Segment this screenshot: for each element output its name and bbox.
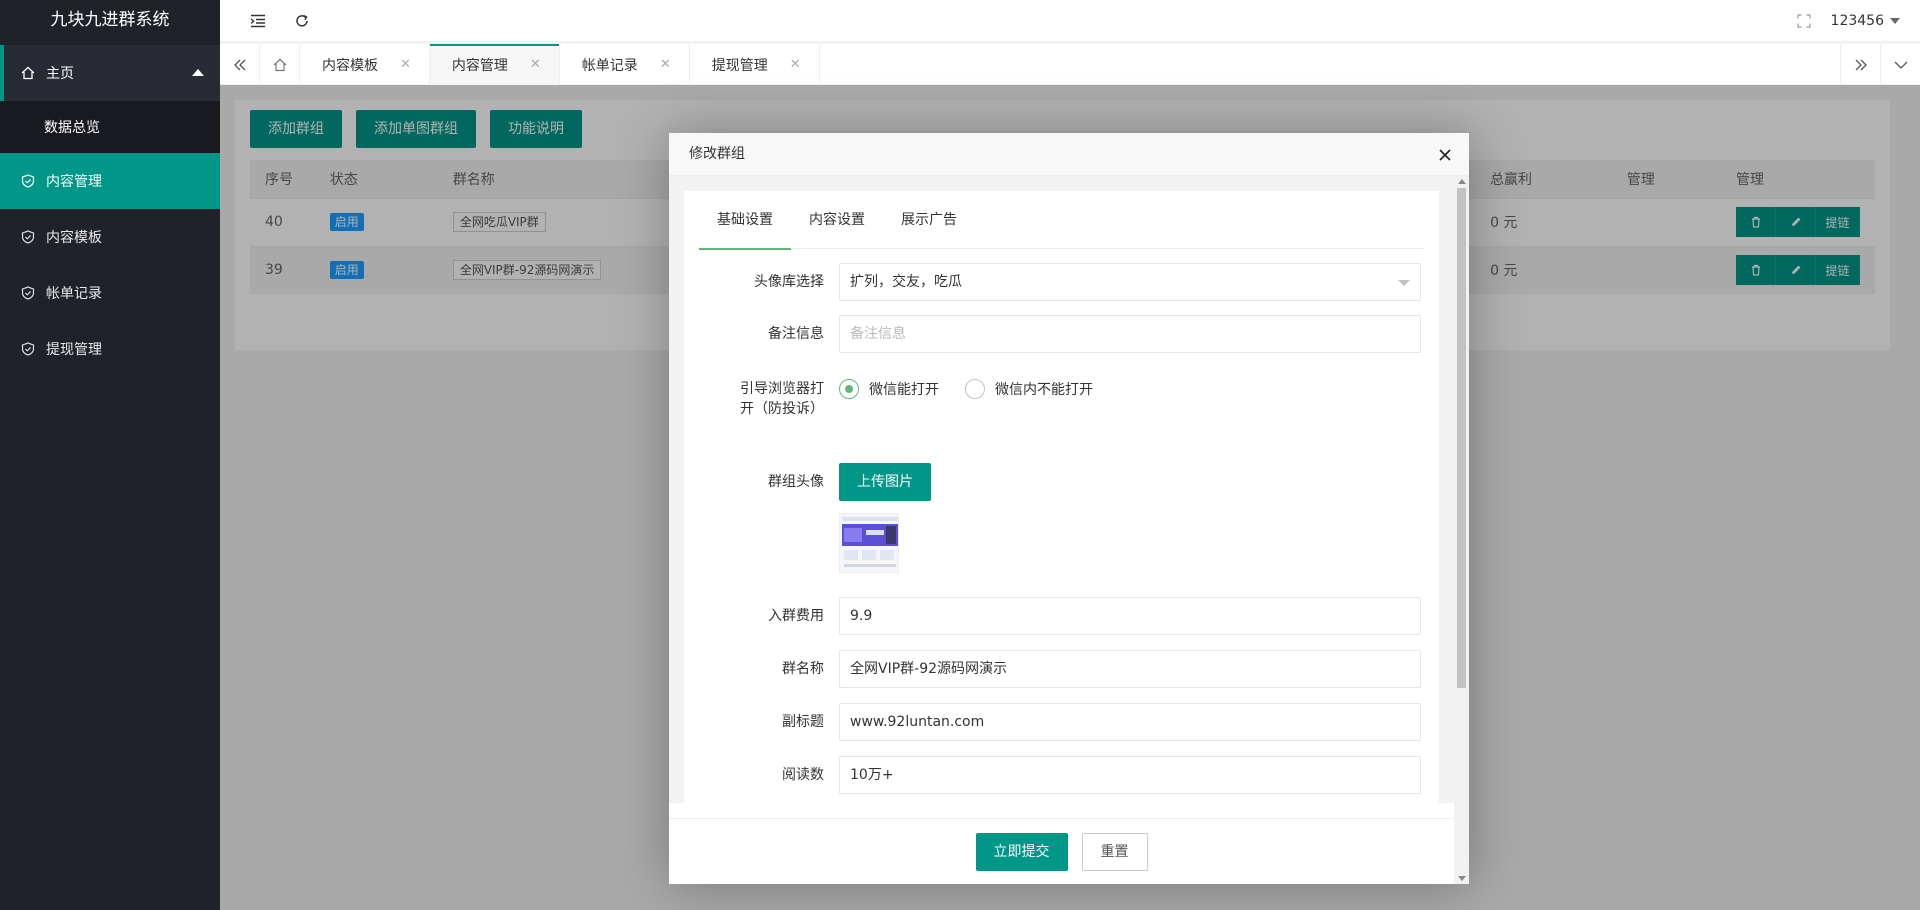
home-icon	[20, 65, 36, 81]
fullscreen-button[interactable]	[1784, 0, 1824, 42]
username: 123456	[1830, 13, 1884, 29]
caret-down-icon	[1890, 18, 1900, 24]
tabs-menu-button[interactable]	[1880, 44, 1920, 85]
radio-wechat-can-open[interactable]: 微信能打开	[839, 379, 939, 399]
field-label: 群名称	[782, 661, 824, 677]
close-icon[interactable]: ✕	[660, 57, 671, 72]
close-icon[interactable]: ✕	[790, 57, 801, 72]
tab-basic-settings[interactable]: 基础设置	[699, 191, 791, 250]
sidebar-item-label: 内容模板	[46, 230, 102, 246]
upload-image-button[interactable]: 上传图片	[839, 463, 931, 501]
sidebar-item-label: 帐单记录	[46, 286, 102, 302]
sidebar-item-content[interactable]: 内容管理	[0, 153, 220, 209]
modal-footer: 立即提交 重置	[669, 818, 1454, 884]
close-icon[interactable]: ✕	[530, 57, 541, 72]
shield-check-icon	[20, 285, 36, 301]
tab-bills[interactable]: 帐单记录 ✕	[560, 44, 690, 85]
tabs-scroll-left-button[interactable]	[220, 44, 260, 85]
select-value: 扩列，交友，吃瓜	[850, 274, 962, 290]
refresh-icon	[296, 14, 308, 27]
shield-check-icon	[20, 173, 36, 189]
tab-content[interactable]: 内容管理 ✕	[429, 44, 560, 85]
sidebar-item-label: 内容管理	[46, 174, 102, 190]
radio-unchecked-icon	[965, 379, 985, 399]
field-label: 入群费用	[768, 608, 824, 624]
sidebar: 九块九进群系统 主页 数据总览 内容管理 内容模板 帐单记录 提现管理	[0, 0, 220, 910]
shield-check-icon	[20, 341, 36, 357]
form-card: 基础设置 内容设置 展示广告 头像库选择 扩列，交友，吃瓜 备注信息 备注信息 …	[684, 191, 1439, 803]
top-header: 123456	[220, 0, 1920, 42]
sidebar-item-dashboard[interactable]: 数据总览	[0, 101, 220, 153]
field-label: 阅读数	[782, 767, 824, 783]
sidebar-item-bills[interactable]: 帐单记录	[0, 265, 220, 321]
tab-label: 提现管理	[711, 57, 768, 74]
tabs-scroll-right-button[interactable]	[1840, 44, 1880, 85]
radio-wechat-cannot-open[interactable]: 微信内不能打开	[965, 379, 1093, 399]
chevron-down-icon	[1398, 280, 1410, 286]
edit-group-modal: 修改群组 基础设置 内容设置 展示广告 头像库选择 扩列，交友，吃瓜 备注信息	[669, 133, 1469, 884]
close-icon[interactable]: ✕	[400, 57, 411, 72]
indent-icon	[250, 14, 265, 28]
chevron-down-icon	[1894, 61, 1907, 69]
field-label: 备注信息	[768, 326, 824, 342]
user-menu[interactable]: 123456	[1831, 0, 1900, 42]
tab-label: 内容模板	[322, 57, 378, 74]
page-tabs: 内容模板 ✕ 内容管理 ✕ 帐单记录 ✕ 提现管理 ✕	[220, 44, 1920, 85]
remark-input[interactable]: 备注信息	[839, 315, 1421, 353]
sidebar-item-label: 主页	[46, 66, 74, 82]
menu-toggle-button[interactable]	[238, 0, 278, 42]
form-tabs: 基础设置 内容设置 展示广告	[699, 191, 1424, 250]
radio-label: 微信内不能打开	[995, 382, 1093, 398]
scroll-down-icon[interactable]	[1458, 876, 1466, 881]
modal-title: 修改群组	[669, 133, 1469, 176]
field-label: 引导浏览器打开（防投诉）	[740, 381, 824, 417]
tab-content-settings[interactable]: 内容设置	[791, 191, 883, 249]
modal-body: 基础设置 内容设置 展示广告 头像库选择 扩列，交友，吃瓜 备注信息 备注信息 …	[669, 176, 1469, 803]
modal-title-text: 修改群组	[689, 146, 745, 162]
avatar-thumbnail	[839, 513, 899, 573]
tab-withdraw[interactable]: 提现管理 ✕	[690, 44, 820, 85]
tab-label: 帐单记录	[581, 57, 638, 74]
tab-home[interactable]	[260, 44, 300, 85]
fee-input[interactable]: 9.9	[839, 597, 1421, 635]
sidebar-item-label: 提现管理	[46, 342, 102, 358]
field-label: 头像库选择	[754, 274, 824, 290]
tab-label: 内容管理	[451, 57, 508, 74]
field-label: 副标题	[782, 714, 824, 730]
sidebar-item-withdraw[interactable]: 提现管理	[0, 321, 220, 377]
field-label: 群组头像	[768, 474, 824, 490]
fullscreen-icon	[1797, 14, 1811, 28]
radio-checked-icon	[839, 379, 859, 399]
tab-template[interactable]: 内容模板 ✕	[300, 44, 430, 85]
shield-check-icon	[20, 229, 36, 245]
refresh-button[interactable]	[282, 0, 322, 42]
collapse-arrow-icon	[192, 69, 204, 76]
app-title: 九块九进群系统	[0, 0, 220, 40]
scroll-up-icon[interactable]	[1458, 179, 1466, 184]
group-name-input[interactable]: 全网VIP群-92源码网演示	[839, 650, 1421, 688]
radio-label: 微信能打开	[869, 382, 939, 398]
modal-scrollbar[interactable]	[1454, 176, 1469, 884]
double-chevron-right-icon	[1855, 59, 1867, 70]
double-chevron-left-icon	[233, 59, 245, 70]
home-icon	[273, 58, 286, 71]
reset-button[interactable]: 重置	[1081, 832, 1148, 871]
subtitle-input[interactable]: www.92luntan.com	[839, 703, 1421, 741]
sidebar-item-template[interactable]: 内容模板	[0, 209, 220, 265]
reads-input[interactable]: 10万+	[839, 756, 1421, 794]
tab-ads[interactable]: 展示广告	[883, 191, 975, 249]
close-icon	[1439, 148, 1451, 161]
close-button[interactable]	[1435, 133, 1455, 176]
submit-button[interactable]: 立即提交	[975, 832, 1068, 871]
sidebar-item-home[interactable]: 主页	[0, 45, 220, 101]
avatar-lib-select[interactable]: 扩列，交友，吃瓜	[839, 263, 1421, 301]
scroll-thumb[interactable]	[1457, 188, 1466, 688]
avatar-preview-image	[840, 514, 898, 572]
